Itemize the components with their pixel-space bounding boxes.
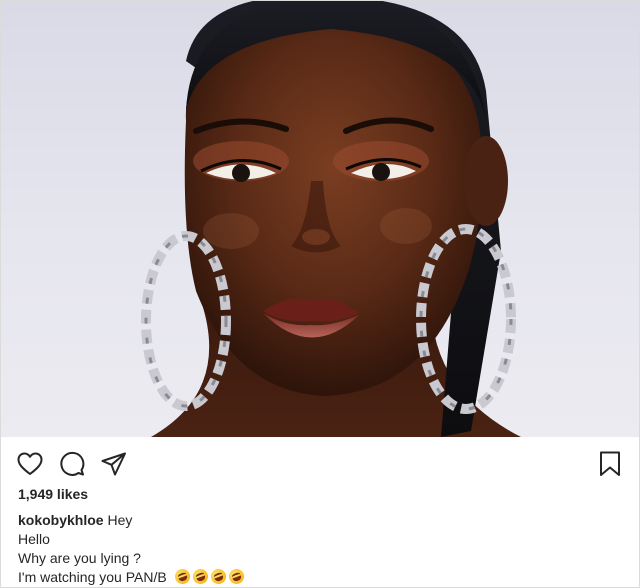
share-button[interactable] [97, 447, 131, 481]
laughing-emoji-icon [190, 566, 210, 587]
laughing-emoji-icon [226, 566, 246, 587]
heart-icon [17, 452, 43, 475]
laughing-emoji-row [172, 566, 246, 587]
comment-bubble-icon [60, 451, 85, 476]
paper-plane-icon [101, 452, 126, 476]
likes-count[interactable]: 1,949 likes [18, 486, 88, 502]
caption-line-last: I'm watching you PAN/B [18, 566, 618, 587]
like-button[interactable] [13, 447, 47, 481]
bookmark-icon [600, 451, 620, 476]
save-button[interactable] [593, 447, 627, 481]
caption-line: I'm watching you PAN/B [18, 569, 167, 585]
portrait-illustration [141, 1, 521, 437]
comment-button[interactable] [55, 447, 89, 481]
post-caption: kokobykhloe Hey Hello Why are you lying … [18, 511, 618, 587]
action-bar [1, 437, 639, 489]
post-photo[interactable] [1, 1, 639, 437]
laughing-emoji-icon [208, 566, 228, 587]
caption-username[interactable]: kokobykhloe [18, 512, 104, 528]
instagram-post: 1,949 likes kokobykhloe Hey Hello Why ar… [0, 0, 640, 588]
caption-line: Hello [18, 531, 50, 547]
caption-line: Why are you lying ? [18, 550, 141, 566]
caption-text-hey: Hey [107, 512, 133, 528]
caption-first-line: kokobykhloe Hey [18, 511, 618, 530]
laughing-emoji-icon [172, 566, 192, 587]
